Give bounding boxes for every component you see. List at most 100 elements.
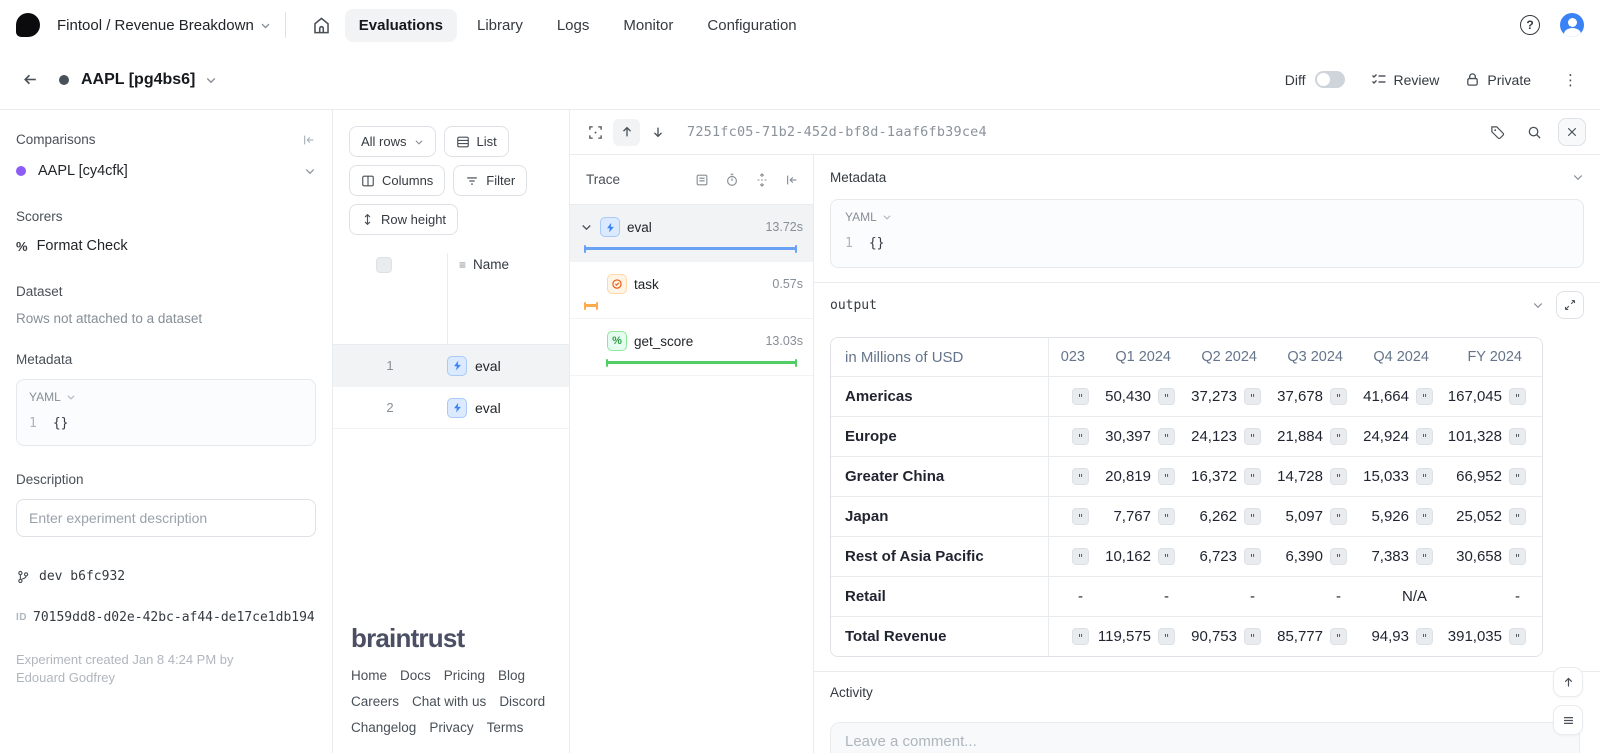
citation-badge[interactable]: " xyxy=(1416,628,1433,645)
trace-span-eval[interactable]: eval 13.72s xyxy=(570,205,813,262)
collapse-sidebar-button[interactable] xyxy=(302,133,316,147)
comment-input[interactable] xyxy=(830,722,1580,753)
citation-badge[interactable]: " xyxy=(1509,548,1526,565)
footer-link-home[interactable]: Home xyxy=(351,668,387,683)
braintrust-logo-icon[interactable] xyxy=(16,13,40,37)
table-cell: 90,753" xyxy=(1183,617,1269,656)
filter-button[interactable]: Filter xyxy=(453,165,527,196)
tab-monitor[interactable]: Monitor xyxy=(609,9,687,42)
columns-button[interactable]: Columns xyxy=(349,165,445,196)
footer-link-privacy[interactable]: Privacy xyxy=(429,720,473,735)
citation-badge[interactable]: " xyxy=(1072,628,1089,645)
tab-evaluations[interactable]: Evaluations xyxy=(345,9,457,42)
citation-badge[interactable]: " xyxy=(1158,508,1175,525)
citation-badge[interactable]: " xyxy=(1158,628,1175,645)
fullscreen-button[interactable] xyxy=(582,119,609,146)
expand-all-button[interactable] xyxy=(755,173,769,187)
citation-badge[interactable]: " xyxy=(1416,508,1433,525)
timing-view-button[interactable] xyxy=(725,173,739,187)
notes-view-button[interactable] xyxy=(695,173,709,187)
search-button[interactable] xyxy=(1521,119,1548,146)
scroll-top-button[interactable] xyxy=(1553,667,1583,697)
citation-badge[interactable]: " xyxy=(1072,388,1089,405)
citation-badge[interactable]: " xyxy=(1244,468,1261,485)
citation-badge[interactable]: " xyxy=(1330,388,1347,405)
private-button[interactable]: Private xyxy=(1465,72,1531,88)
name-column-header[interactable]: ≡ Name xyxy=(459,257,509,272)
citation-badge[interactable]: " xyxy=(1244,628,1261,645)
citation-badge[interactable]: " xyxy=(1158,468,1175,485)
collapse-trace-button[interactable] xyxy=(785,173,799,187)
row-height-button[interactable]: Row height xyxy=(349,204,458,235)
footer-link-changelog[interactable]: Changelog xyxy=(351,720,416,735)
next-span-button[interactable] xyxy=(644,119,671,146)
tab-logs[interactable]: Logs xyxy=(543,9,604,42)
prev-span-button[interactable] xyxy=(613,119,640,146)
expand-output-button[interactable] xyxy=(1556,291,1584,319)
citation-badge[interactable]: " xyxy=(1072,428,1089,445)
citation-badge[interactable]: " xyxy=(1244,548,1261,565)
table-row[interactable]: 1 eval xyxy=(333,345,569,387)
footer-link-chat[interactable]: Chat with us xyxy=(412,694,486,709)
home-button[interactable] xyxy=(304,10,339,41)
table-row[interactable]: 2 eval xyxy=(333,387,569,429)
citation-badge[interactable]: " xyxy=(1158,428,1175,445)
trace-span-task[interactable]: task 0.57s xyxy=(570,262,813,319)
all-rows-dropdown[interactable]: All rows xyxy=(349,126,436,157)
comparison-experiment[interactable]: AAPL [cy4cfk] xyxy=(16,163,316,179)
citation-badge[interactable]: " xyxy=(1416,468,1433,485)
citation-badge[interactable]: " xyxy=(1072,508,1089,525)
footer-link-docs[interactable]: Docs xyxy=(400,668,431,683)
select-all-checkbox[interactable] xyxy=(376,257,392,273)
citation-badge[interactable]: " xyxy=(1330,468,1347,485)
back-button[interactable] xyxy=(16,67,45,92)
trace-span-get-score[interactable]: % get_score 13.03s xyxy=(570,319,813,376)
citation-badge[interactable]: " xyxy=(1509,428,1526,445)
citation-badge[interactable]: " xyxy=(1158,388,1175,405)
metadata-yaml-editor[interactable]: YAML 1 {} xyxy=(16,379,316,446)
citation-badge[interactable]: " xyxy=(1330,628,1347,645)
experiment-switcher[interactable] xyxy=(205,74,217,86)
citation-badge[interactable]: " xyxy=(1072,548,1089,565)
citation-badge[interactable]: " xyxy=(1330,428,1347,445)
scorer-format-check[interactable]: % Format Check xyxy=(16,238,316,254)
citation-badge[interactable]: " xyxy=(1416,548,1433,565)
footer-link-blog[interactable]: Blog xyxy=(498,668,525,683)
tab-library[interactable]: Library xyxy=(463,9,537,42)
more-menu-button[interactable]: ⋮ xyxy=(1557,71,1584,89)
yaml-format-select[interactable]: YAML xyxy=(845,210,1569,224)
description-input[interactable] xyxy=(16,499,316,537)
close-panel-button[interactable] xyxy=(1558,118,1586,146)
citation-badge[interactable]: " xyxy=(1330,548,1347,565)
project-breadcrumb[interactable]: Fintool / Revenue Breakdown xyxy=(57,17,271,34)
help-icon[interactable]: ? xyxy=(1520,15,1540,35)
tab-configuration[interactable]: Configuration xyxy=(693,9,810,42)
citation-badge[interactable]: " xyxy=(1158,548,1175,565)
footer-link-discord[interactable]: Discord xyxy=(499,694,545,709)
citation-badge[interactable]: " xyxy=(1072,468,1089,485)
span-metadata-yaml[interactable]: YAML 1 {} xyxy=(830,199,1584,268)
outline-menu-button[interactable] xyxy=(1553,705,1583,735)
chevron-down-icon[interactable] xyxy=(1572,171,1584,183)
citation-badge[interactable]: " xyxy=(1509,468,1526,485)
chevron-down-icon[interactable] xyxy=(580,221,593,233)
citation-badge[interactable]: " xyxy=(1509,628,1526,645)
footer-link-terms[interactable]: Terms xyxy=(487,720,524,735)
user-avatar[interactable] xyxy=(1560,13,1584,37)
diff-toggle[interactable] xyxy=(1315,71,1345,88)
citation-badge[interactable]: " xyxy=(1416,428,1433,445)
citation-badge[interactable]: " xyxy=(1509,508,1526,525)
footer-link-careers[interactable]: Careers xyxy=(351,694,399,709)
footer-link-pricing[interactable]: Pricing xyxy=(444,668,485,683)
citation-badge[interactable]: " xyxy=(1330,508,1347,525)
chevron-down-icon[interactable] xyxy=(1532,299,1544,311)
citation-badge[interactable]: " xyxy=(1416,388,1433,405)
review-button[interactable]: Review xyxy=(1371,72,1440,88)
yaml-format-select[interactable]: YAML xyxy=(29,390,303,404)
citation-badge[interactable]: " xyxy=(1244,388,1261,405)
citation-badge[interactable]: " xyxy=(1244,508,1261,525)
tag-button[interactable] xyxy=(1484,119,1511,146)
citation-badge[interactable]: " xyxy=(1509,388,1526,405)
citation-badge[interactable]: " xyxy=(1244,428,1261,445)
list-view-button[interactable]: List xyxy=(444,126,509,157)
